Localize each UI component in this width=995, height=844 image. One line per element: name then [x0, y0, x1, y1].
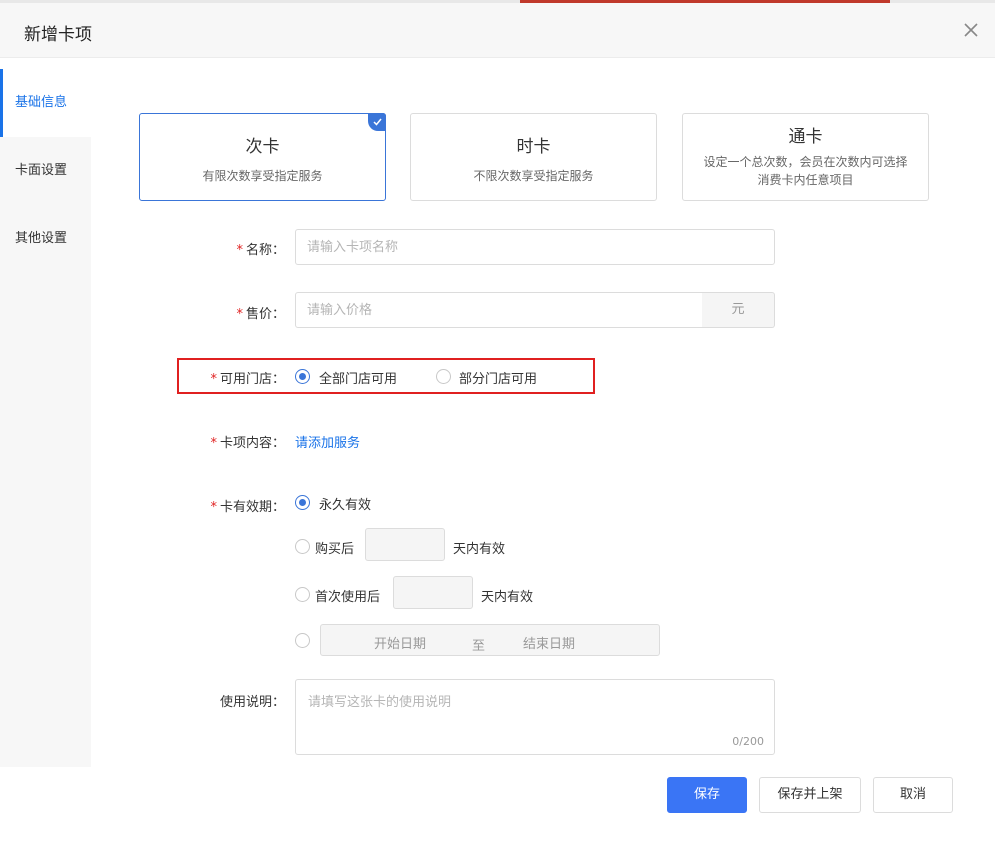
sidebar-item-label: 卡面设置 [15, 163, 68, 178]
add-card-dialog: 新增卡项 基础信息 卡面设置 其他设置 次卡 有限次数享受指定服务 时卡 不限次… [0, 0, 995, 844]
stores-label-text: 可用门店： [219, 372, 285, 387]
price-label-text: 售价： [245, 307, 285, 322]
validity-date-range-radio[interactable] [295, 633, 310, 648]
after-purchase-days-suffix: 天内有效 [453, 542, 506, 557]
validity-after-purchase-label[interactable]: 购买后 [315, 538, 354, 557]
cancel-button[interactable]: 取消 [873, 777, 953, 813]
content-label: * 卡项内容： [195, 432, 285, 451]
price-label: * 售价： [200, 303, 285, 322]
name-input[interactable] [295, 229, 775, 265]
date-range-picker[interactable]: 开始日期 至 结束日期 [320, 624, 660, 656]
usage-placeholder: 请填写这张卡的使用说明 [308, 695, 452, 710]
stores-label: * 可用门店： [195, 368, 285, 387]
check-icon [368, 113, 386, 131]
required-mark: * [236, 307, 243, 322]
validity-label-text: 卡有效期： [219, 500, 285, 515]
sidebar-item-other-settings[interactable]: 其他设置 [0, 205, 91, 273]
validity-forever-radio[interactable] [295, 495, 310, 510]
after-purchase-days-input[interactable] [365, 528, 445, 561]
sidebar-item-basic-info[interactable]: 基础信息 [0, 69, 91, 137]
price-unit: 元 [702, 292, 775, 328]
validity-forever-label[interactable]: 永久有效 [319, 494, 371, 513]
dialog-title: 新增卡项 [24, 25, 92, 45]
required-mark: * [210, 372, 217, 387]
close-icon[interactable] [961, 20, 981, 40]
name-label-text: 名称： [245, 243, 285, 258]
required-mark: * [236, 243, 243, 258]
usage-label: 使用说明： [219, 695, 285, 710]
card-type-title: 通卡 [788, 127, 823, 147]
price-input[interactable] [295, 292, 703, 328]
usage-textarea[interactable]: 请填写这张卡的使用说明 0/200 [295, 679, 775, 755]
required-mark: * [210, 500, 217, 515]
name-label: * 名称： [200, 239, 285, 258]
card-type-title: 次卡 [245, 137, 280, 157]
required-mark: * [210, 436, 217, 451]
validity-after-purchase-radio[interactable] [295, 539, 310, 554]
end-date[interactable]: 结束日期 [523, 633, 575, 652]
save-button[interactable]: 保存 [667, 777, 747, 813]
after-first-use-days-suffix: 天内有效 [481, 590, 534, 605]
card-type-desc-line: 设定一个总次数，会员在次数内可选择 [703, 155, 908, 169]
validity-after-first-use-radio[interactable] [295, 587, 310, 602]
sidebar-item-label: 基础信息 [15, 95, 68, 110]
card-type-desc: 有限次数享受指定服务 [202, 169, 323, 183]
stores-partial-radio[interactable] [436, 369, 451, 384]
stores-partial-label[interactable]: 部分门店可用 [459, 368, 537, 387]
validity-label: * 卡有效期： [195, 496, 285, 515]
card-type-universal[interactable]: 通卡 设定一个总次数，会员在次数内可选择 消费卡内任意项目 [682, 113, 929, 201]
card-type-desc-line: 消费卡内任意项目 [757, 173, 854, 187]
content-label-text: 卡项内容： [219, 436, 285, 451]
card-type-count[interactable]: 次卡 有限次数享受指定服务 [139, 113, 386, 201]
date-range-separator: 至 [472, 639, 486, 654]
stores-all-radio[interactable] [295, 369, 310, 384]
validity-after-first-use-label[interactable]: 首次使用后 [315, 586, 380, 605]
sidebar-item-label: 其他设置 [15, 231, 68, 246]
card-type-desc: 设定一个总次数，会员在次数内可选择 消费卡内任意项目 [683, 153, 928, 189]
usage-char-count: 0/200 [732, 735, 764, 748]
card-type-title: 时卡 [516, 137, 551, 157]
after-first-use-days-input[interactable] [393, 576, 473, 609]
card-type-time[interactable]: 时卡 不限次数享受指定服务 [410, 113, 657, 201]
save-and-publish-button[interactable]: 保存并上架 [759, 777, 861, 813]
start-date[interactable]: 开始日期 [374, 633, 426, 652]
stores-all-label[interactable]: 全部门店可用 [319, 368, 397, 387]
sidebar-item-card-face[interactable]: 卡面设置 [0, 137, 91, 205]
add-service-link[interactable]: 请添加服务 [295, 432, 360, 451]
sidebar: 基础信息 卡面设置 其他设置 [0, 69, 91, 767]
dialog-header: 新增卡项 [0, 3, 995, 58]
card-type-desc: 不限次数享受指定服务 [473, 169, 594, 183]
